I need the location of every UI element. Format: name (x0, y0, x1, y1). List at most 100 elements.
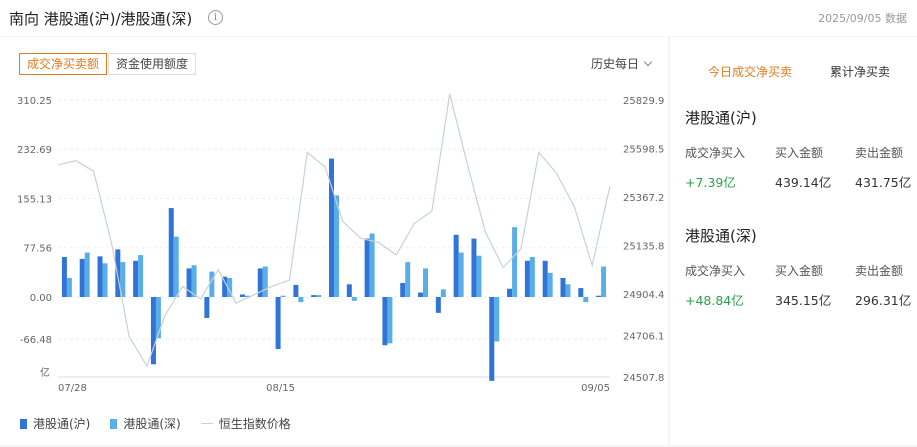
bar-hgt (61, 256, 67, 297)
bar-hgt (578, 288, 584, 297)
hgt-sell-value: 431.75亿 (855, 175, 912, 190)
left-tick-label: -66.48 (20, 335, 52, 346)
sgt-sell-label: 卖出金额 (855, 264, 904, 278)
bar-hgt (329, 158, 334, 297)
bar-sgt (298, 296, 304, 303)
bar-hgt (311, 295, 317, 297)
bar-sgt (423, 268, 429, 297)
x-tick-label: 09/05 (581, 383, 610, 394)
bar-sgt (547, 272, 553, 297)
chart-svg: 310.25 232.69 155.13 77.56 0.00 -66.48 亿 25829.… (17, 93, 664, 394)
bar-sgt (138, 255, 144, 297)
bar-hgt (346, 284, 352, 297)
legend-swatch-hsi (200, 423, 213, 424)
bar-sgt (84, 252, 90, 297)
left-tick-label: 0.00 (30, 293, 52, 304)
legend-swatch-sgt (110, 418, 118, 429)
bar-hgt (382, 296, 388, 346)
bar-sgt (387, 296, 393, 344)
bar-sgt (280, 295, 286, 297)
hgt-net-label: 成交净买入 (685, 146, 746, 160)
bar-hgt (168, 208, 174, 297)
summary-panel: 今日成交净买卖 累计净买卖 港股通(沪) 成交净买入 买入金额 卖出金额 +7.… (670, 37, 917, 445)
sgt-sell-value: 296.31亿 (855, 293, 912, 308)
info-circle-icon[interactable]: i (208, 10, 223, 25)
legend-label-sgt: 港股通(深) (123, 417, 181, 431)
bar-hgt (97, 256, 103, 297)
hgt-buy-label: 买入金额 (775, 146, 824, 160)
hgt-buy-value: 439.14亿 (775, 175, 832, 190)
legend-item-hgt[interactable]: 港股通(沪) (20, 415, 90, 432)
header: 南向 港股通(沪)/港股通(深) i 2025/09/05 数据 (0, 0, 917, 36)
data-date: 2025/09/05 数据 (818, 12, 907, 25)
right-tick-label: 25367.2 (623, 193, 664, 204)
bars (61, 158, 607, 381)
right-tick-label: 25598.5 (623, 144, 664, 155)
hgt-section-title: 港股通(沪) (685, 109, 757, 127)
left-tick-label: 310.25 (17, 96, 52, 107)
right-tick-label: 25829.9 (623, 96, 664, 107)
bar-sgt (476, 255, 482, 297)
legend: 港股通(沪) 港股通(深) 恒生指数价格 (20, 415, 311, 432)
bar-sgt (494, 296, 500, 342)
left-tick-label: 155.13 (17, 194, 52, 205)
bar-hgt (471, 238, 477, 297)
bar-hgt (239, 294, 245, 297)
right-tick-label: 25135.8 (623, 241, 664, 252)
ticks: 310.25 232.69 155.13 77.56 0.00 -66.48 亿 25829.… (17, 96, 664, 394)
x-tick-label: 08/15 (266, 383, 295, 394)
legend-swatch-hgt (20, 418, 27, 429)
tab-today-net[interactable]: 今日成交净买卖 (708, 63, 792, 80)
bar-hgt (489, 296, 495, 381)
sgt-net-value: +48.84亿 (685, 293, 744, 308)
legend-item-sgt[interactable]: 港股通(深) (110, 415, 181, 432)
sgt-section-title: 港股通(深) (685, 227, 757, 245)
sgt-buy-value: 345.15亿 (775, 293, 832, 308)
x-tick-label: 07/28 (58, 383, 87, 394)
right-tick-label: 24904.4 (623, 290, 664, 301)
bar-sgt (66, 277, 72, 297)
bar-sgt (316, 295, 322, 297)
right-tick-label: 24706.1 (623, 331, 664, 342)
bar-sgt (334, 195, 339, 297)
tab-cumulative-net[interactable]: 累计净买卖 (830, 63, 890, 80)
bar-hgt (79, 258, 85, 297)
sgt-buy-label: 买入金额 (775, 264, 824, 278)
page-title: 南向 港股通(沪)/港股通(深) (9, 10, 193, 28)
bar-hgt (364, 238, 370, 297)
bar-sgt (458, 252, 464, 297)
chart-panel: 成交净买卖额 资金使用额度 历史每日 310.25 232.69 155.13 77.… (0, 37, 668, 445)
bar-hgt (222, 276, 228, 297)
bar-sgt (191, 265, 197, 297)
bar-sgt (405, 262, 411, 297)
sgt-net-label: 成交净买入 (685, 264, 746, 278)
legend-label-hgt: 港股通(沪) (33, 417, 91, 431)
left-tick-label: 77.56 (23, 244, 52, 255)
hgt-sell-label: 卖出金额 (855, 146, 904, 160)
bar-sgt (440, 289, 446, 297)
bar-sgt (262, 266, 268, 297)
bar-hgt (435, 296, 441, 313)
legend-item-hsi[interactable]: 恒生指数价格 (200, 415, 291, 432)
hgt-net-value: +7.39亿 (685, 175, 736, 190)
bar-sgt (173, 236, 179, 297)
bar-sgt (565, 284, 571, 297)
bar-hgt (542, 260, 548, 297)
bar-hgt (275, 296, 281, 350)
bar-hgt (133, 260, 139, 297)
bar-hgt (204, 296, 210, 318)
bar-sgt (583, 296, 589, 303)
legend-label-hsi: 恒生指数价格 (218, 417, 291, 431)
bar-sgt (601, 266, 607, 297)
bar-hgt (596, 295, 602, 297)
bar-hgt (293, 284, 299, 297)
bar-sgt (512, 227, 518, 297)
bar-sgt (351, 296, 357, 301)
bar-hgt (524, 260, 530, 297)
bar-hgt (453, 234, 459, 297)
bar-sgt (529, 256, 535, 297)
left-axis-unit: 亿 (40, 366, 50, 379)
bar-hgt (560, 277, 566, 297)
bar-hgt (400, 283, 406, 297)
bar-sgt (102, 263, 108, 297)
